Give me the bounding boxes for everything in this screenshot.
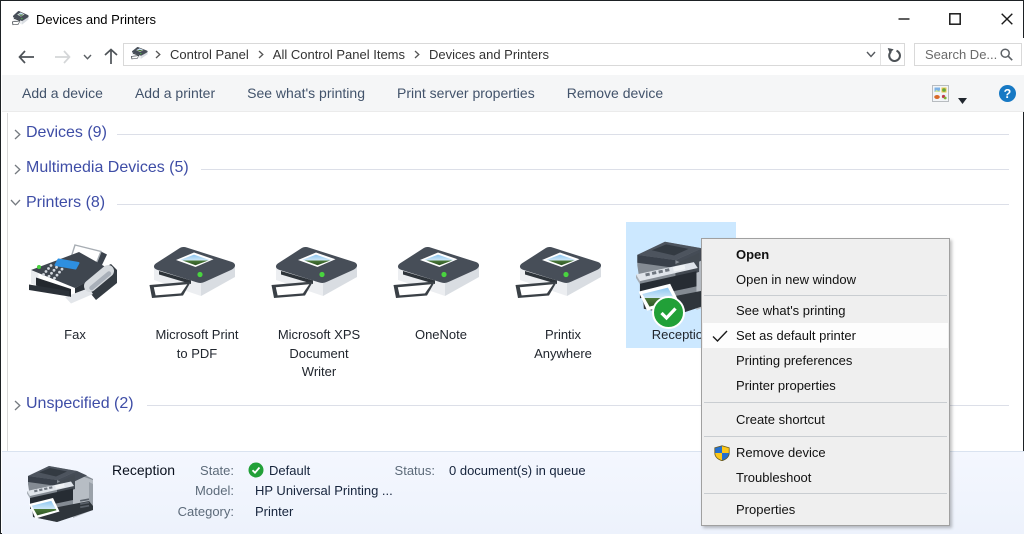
svg-text:?: ? [1004,87,1012,101]
